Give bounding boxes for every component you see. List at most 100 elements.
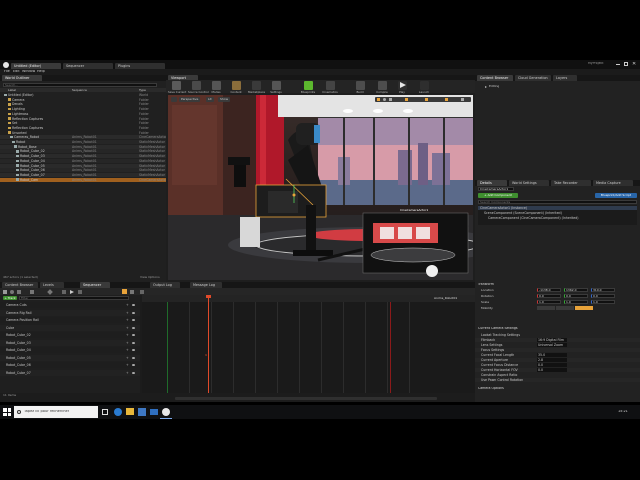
track-add-icon[interactable]: + <box>126 355 129 361</box>
viewport-scene[interactable]: Perspective Lit Show CineCameraActor1 <box>168 95 473 280</box>
outliner-row[interactable]: Reflection Captures Folder <box>0 117 166 121</box>
section-camera-options[interactable]: Camera Options <box>478 387 504 390</box>
viewport-transform-tools[interactable] <box>375 97 471 102</box>
outliner-row[interactable]: Set Folder <box>0 121 166 125</box>
cinematics-icon[interactable] <box>326 81 335 90</box>
content-icon[interactable] <box>232 81 241 90</box>
mobility-movable[interactable] <box>575 306 593 310</box>
tab-take-recorder[interactable]: Take Recorder <box>551 180 591 186</box>
track-add-icon[interactable]: + <box>126 332 129 338</box>
track-row[interactable]: Robot_Cube_06 + <box>0 362 140 368</box>
outliner-row[interactable]: Cameras_Robot Anims_Robot01 CineCameraActo… <box>0 135 166 140</box>
detail-prop-value[interactable]: 0.0 <box>537 368 567 372</box>
track-row[interactable]: Camera Position Rail + <box>0 317 140 323</box>
lit-button[interactable]: Lit <box>206 97 214 102</box>
outliner-row[interactable]: Camera Folder <box>0 98 166 102</box>
menu-help[interactable]: Help <box>37 70 45 73</box>
scale-y[interactable]: 1.0 <box>564 300 588 304</box>
unreal-taskbar-icon[interactable] <box>162 408 170 416</box>
blueprints-icon[interactable] <box>304 81 313 90</box>
track-add-icon[interactable]: + <box>126 347 129 353</box>
outliner-row[interactable]: Robot_Cube_03 Anims_Robot01 StaticMeshActo… <box>0 154 166 159</box>
track-visibility-icon[interactable] <box>132 319 135 321</box>
track-row[interactable]: Robot_Cube_07 + <box>0 369 140 376</box>
snap-sequencer-icon[interactable] <box>130 289 134 294</box>
location-x[interactable]: -1138.0 <box>537 288 561 292</box>
detail-prop-value[interactable]: 0.0 <box>537 363 567 367</box>
windows-start-icon[interactable] <box>3 408 11 416</box>
outliner-row[interactable]: Robot_Cube_06 Anims_Robot01 StaticMeshActo… <box>0 168 166 173</box>
tab-details[interactable]: Details <box>477 180 507 186</box>
outliner-row[interactable]: Robot Anims_Robot01 StaticMeshActor <box>0 140 166 144</box>
track-add-icon[interactable]: + <box>126 325 129 331</box>
close-icon[interactable]: ✕ <box>632 62 636 67</box>
angle-snap-icon[interactable] <box>425 98 428 101</box>
outliner-search-input[interactable]: Search... <box>3 83 157 87</box>
detail-prop-row[interactable]: Current Focus Distance 0.0 <box>475 363 640 367</box>
detail-prop-row[interactable]: Constrain Aspect Ratio <box>475 373 640 377</box>
detail-prop-row[interactable]: Focus Settings <box>475 348 640 352</box>
track-filter-input[interactable]: Filter <box>19 296 129 300</box>
scale-icon[interactable] <box>389 98 392 101</box>
track-visibility-icon[interactable] <box>132 334 135 336</box>
playback-play-icon[interactable] <box>70 289 74 294</box>
add-track-button[interactable]: + Track <box>3 296 17 300</box>
maximize-icon[interactable] <box>624 62 628 66</box>
location-y[interactable]: 1362.0 <box>564 288 588 292</box>
components-search-input[interactable]: Search Components <box>478 200 637 204</box>
outliner-row[interactable]: Robot_Cube_05 Anims_Robot01 StaticMeshActo… <box>0 163 166 168</box>
find-asset-icon[interactable] <box>10 289 14 294</box>
timeline-scrollbar[interactable] <box>175 397 437 400</box>
blueprint-script-button[interactable]: Blueprint/Add Script <box>595 193 637 198</box>
explorer-icon[interactable] <box>126 408 134 415</box>
detail-prop-row[interactable]: Current Focal Length 35.0 <box>475 353 640 357</box>
rotate-icon[interactable] <box>383 98 386 101</box>
detail-prop-value[interactable]: 16:9 Digital Film <box>537 338 567 342</box>
outliner-row[interactable]: Robot_Cube_04 Anims_Robot01 StaticMeshActo… <box>0 158 166 163</box>
auto-key-icon[interactable] <box>122 289 127 294</box>
actor-name-field[interactable]: CineCameraActor1 <box>478 187 514 191</box>
track-row[interactable]: Camera Cuts + <box>0 302 140 308</box>
track-add-icon[interactable]: + <box>126 362 129 368</box>
show-button[interactable]: Show <box>218 97 231 102</box>
track-visibility-icon[interactable] <box>132 371 135 374</box>
track-add-icon[interactable]: + <box>126 370 129 376</box>
edge-icon[interactable] <box>114 408 122 416</box>
camera-speed-icon[interactable] <box>461 98 464 101</box>
tree-expand-icon[interactable] <box>485 86 487 88</box>
outliner-row[interactable]: Lighting Folder <box>0 107 166 111</box>
launch-icon[interactable] <box>420 81 429 90</box>
tree-root-label[interactable]: Editing <box>489 85 499 88</box>
track-row[interactable]: Robot_Cube_03 + <box>0 339 140 346</box>
build-icon[interactable] <box>356 81 365 90</box>
detail-prop-row[interactable]: Use Pawn Control Rotation <box>475 378 640 382</box>
render-movie-icon[interactable] <box>17 289 21 294</box>
location-z[interactable]: 310.0 <box>591 288 615 292</box>
track-row[interactable]: Robot_Cube_05 + <box>0 354 140 361</box>
tab-content-browser-r[interactable]: Content Browser <box>477 75 513 81</box>
save-sequence-icon[interactable] <box>3 289 7 294</box>
mail-icon[interactable] <box>150 409 158 415</box>
tab-world-outliner[interactable]: World Outliner <box>2 75 42 81</box>
col-type[interactable]: Type <box>139 89 146 92</box>
component-row[interactable]: CineCameraActor1 (Instance) <box>478 206 637 210</box>
modes-icon[interactable] <box>212 81 221 90</box>
track-add-icon[interactable]: + <box>126 340 129 346</box>
track-row[interactable]: Robot_Cube_02 + <box>0 332 140 338</box>
timeline-start-marker[interactable] <box>167 302 168 393</box>
detail-prop-row[interactable]: Current Horizontal FOV 0.0 <box>475 368 640 372</box>
add-component-button[interactable]: + Add Component <box>478 193 518 198</box>
track-row[interactable]: Cube + <box>0 324 140 331</box>
timeline-end-marker[interactable] <box>390 302 391 393</box>
view-options-button[interactable]: View Options <box>140 276 160 279</box>
outliner-row[interactable]: Robot_Cam Anims_Robot01 CineCameraActor <box>0 177 166 182</box>
scale-z[interactable]: 1.0 <box>591 300 615 304</box>
scale-x[interactable]: 1.0 <box>537 300 561 304</box>
tab-world-settings[interactable]: World Settings <box>509 180 549 186</box>
zoom-icon[interactable] <box>140 289 144 294</box>
snap-icon[interactable] <box>405 98 408 101</box>
component-row[interactable]: CameraComponent (CineCameraComponent) (I… <box>478 216 637 220</box>
transform-header[interactable]: Transform <box>478 283 494 286</box>
track-visibility-icon[interactable] <box>132 364 135 366</box>
compile-icon[interactable] <box>378 81 387 90</box>
